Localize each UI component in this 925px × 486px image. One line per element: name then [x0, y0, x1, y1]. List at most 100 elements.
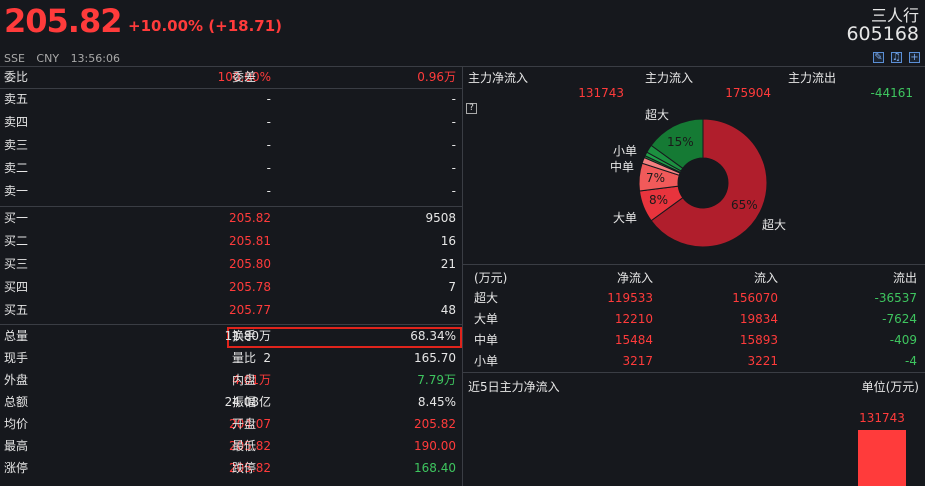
ask-volume: -: [451, 138, 456, 152]
stat-label-2: 开盘: [232, 417, 257, 431]
bell-icon[interactable]: ♫: [891, 52, 902, 63]
bid-volume: 16: [440, 234, 456, 248]
stat-row: 最高 205.82 最低 190.00: [0, 435, 462, 457]
flow-row-out: -4: [905, 354, 917, 368]
fund-flow-donut: [638, 118, 768, 248]
stat-label: 最高: [4, 439, 29, 453]
bid-label: 买二: [4, 234, 29, 248]
ask-price: -: [266, 138, 271, 152]
flow-row-in: 156070: [732, 291, 778, 305]
pie-label-large: 大单: [613, 211, 638, 225]
stat-label: 总量: [4, 329, 29, 343]
bid-price: 205.77: [229, 303, 271, 317]
currency-label: CNY: [36, 52, 60, 65]
flow-row-out: -409: [889, 333, 917, 347]
flow-row-net: 3217: [622, 354, 653, 368]
five-day-bar-chart: 131743: [858, 411, 906, 486]
stock-code: 605168: [846, 23, 919, 45]
net-inflow-label: 主力净流入: [468, 71, 529, 85]
ask-label: 卖二: [4, 161, 29, 175]
flow-col-net: 净流入: [616, 271, 653, 285]
weicha-label: 委差: [232, 70, 257, 84]
five-day-bar-label: 131743: [859, 411, 905, 425]
add-icon[interactable]: +: [909, 52, 920, 63]
stat-row: 总量 11.80万 换手 68.34%: [0, 325, 462, 347]
bid-row[interactable]: 买四 205.78 7: [0, 276, 462, 299]
pie-label-in-super: 超大: [762, 218, 787, 232]
ask-volume: -: [451, 161, 456, 175]
stat-label: 均价: [4, 417, 29, 431]
pie-pct-mid: 7%: [646, 171, 666, 185]
ask-volume: -: [451, 184, 456, 198]
stat-value: 2: [263, 351, 271, 365]
ask-row[interactable]: 卖五 - -: [0, 88, 462, 111]
flow-table-row: 大单 12210 19834 -7624: [466, 309, 921, 330]
flow-row-label: 超大: [474, 291, 499, 305]
stat-label: 涨停: [4, 461, 29, 475]
flow-row-out: -7624: [882, 312, 917, 326]
ask-label: 卖一: [4, 184, 29, 198]
last-price: 205.82: [4, 2, 122, 40]
five-day-title: 近5日主力净流入: [468, 380, 560, 394]
bid-row[interactable]: 买一 205.82 9508: [0, 207, 462, 230]
net-inflow-value: 131743: [578, 86, 624, 100]
ask-price: -: [266, 115, 271, 129]
bid-volume: 7: [448, 280, 456, 294]
weibi-label: 委比: [4, 70, 29, 84]
ask-price: -: [266, 161, 271, 175]
bid-label: 买一: [4, 211, 29, 225]
stat-label: 现手: [4, 351, 29, 365]
flow-row-out: -36537: [874, 291, 917, 305]
stat-label-2: 换手: [232, 329, 257, 343]
pie-label-out-super: 超大: [645, 108, 670, 122]
flow-row-net: 12210: [614, 312, 653, 326]
stat-row: 现手 2 量比 165.70: [0, 347, 462, 369]
pie-label-small: 小单: [613, 144, 638, 158]
bid-volume: 48: [440, 303, 456, 317]
stat-value-2: 190.00: [414, 439, 456, 453]
bid-price: 205.78: [229, 280, 271, 294]
outflow-value: -44161: [870, 86, 913, 100]
stat-row: 总额 24.08亿 振幅 8.45%: [0, 391, 462, 413]
flow-row-in: 19834: [739, 312, 778, 326]
bid-row[interactable]: 买二 205.81 16: [0, 230, 462, 253]
bid-price: 205.81: [229, 234, 271, 248]
weicha-value: 0.96万: [417, 70, 456, 84]
stat-label-2: 内盘: [232, 373, 257, 387]
stat-value-2: 168.40: [414, 461, 456, 475]
outflow-label: 主力流出: [788, 71, 837, 85]
stat-value-2: 68.34%: [410, 329, 456, 343]
bid-row[interactable]: 买五 205.77 48: [0, 299, 462, 322]
bid-price: 205.82: [229, 211, 271, 225]
stat-value-2: 8.45%: [417, 395, 456, 409]
stat-label-2: 跌停: [232, 461, 257, 475]
stat-label: 外盘: [4, 373, 29, 387]
stat-label-2: 振幅: [232, 395, 257, 409]
five-day-unit: 单位(万元): [861, 380, 919, 394]
ask-row[interactable]: 卖三 - -: [0, 134, 462, 157]
donut-hole: [678, 158, 728, 208]
bid-label: 买四: [4, 280, 29, 294]
stat-value-2: 205.82: [414, 417, 456, 431]
stat-label-2: 量比: [232, 351, 257, 365]
ask-row[interactable]: 卖四 - -: [0, 111, 462, 134]
ask-row[interactable]: 卖一 - -: [0, 180, 462, 203]
flow-row-net: 15484: [614, 333, 653, 347]
flow-row-label: 中单: [474, 333, 499, 347]
flow-table-row: 小单 3217 3221 -4: [466, 351, 921, 372]
flow-table-row: 中单 15484 15893 -409: [466, 330, 921, 351]
stat-value-2: 165.70: [414, 351, 456, 365]
bid-row[interactable]: 买三 205.80 21: [0, 253, 462, 276]
flow-table-row: 超大 119533 156070 -36537: [466, 288, 921, 309]
flow-table-header: (万元) 净流入 流入 流出: [466, 268, 921, 289]
flow-col-unit: (万元): [474, 271, 508, 285]
flow-row-net: 119533: [607, 291, 653, 305]
exchange-label: SSE: [4, 52, 25, 65]
ask-row[interactable]: 卖二 - -: [0, 157, 462, 180]
ask-volume: -: [451, 92, 456, 106]
bid-volume: 9508: [425, 211, 456, 225]
edit-icon[interactable]: ✎: [873, 52, 884, 63]
bid-volume: 21: [440, 257, 456, 271]
stat-label-2: 最低: [232, 439, 257, 453]
pie-pct-out-super: 15%: [667, 135, 694, 149]
